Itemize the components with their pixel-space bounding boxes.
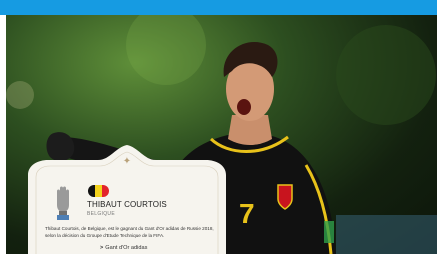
player-award-card: ✦ THIBAUT COURTOIS BELGIQUE Thibaut Cour…	[28, 145, 226, 254]
top-bar	[0, 0, 437, 15]
chevron-right-icon: >	[100, 245, 104, 251]
player-description: Thibaut Courtois, de Belgique, est le ga…	[45, 226, 214, 238]
gant-dor-link[interactable]: > Gant d'Or adidas	[100, 245, 147, 251]
award-link-label: Gant d'Or adidas	[105, 245, 148, 251]
jersey-number: 7	[239, 198, 255, 229]
player-name: THIBAUT COURTOIS	[87, 200, 167, 209]
golden-glove-icon	[54, 185, 72, 221]
player-country: BELGIQUE	[87, 211, 115, 217]
diamond-star-icon: ✦	[122, 156, 132, 167]
belgium-flag-icon	[88, 185, 109, 197]
